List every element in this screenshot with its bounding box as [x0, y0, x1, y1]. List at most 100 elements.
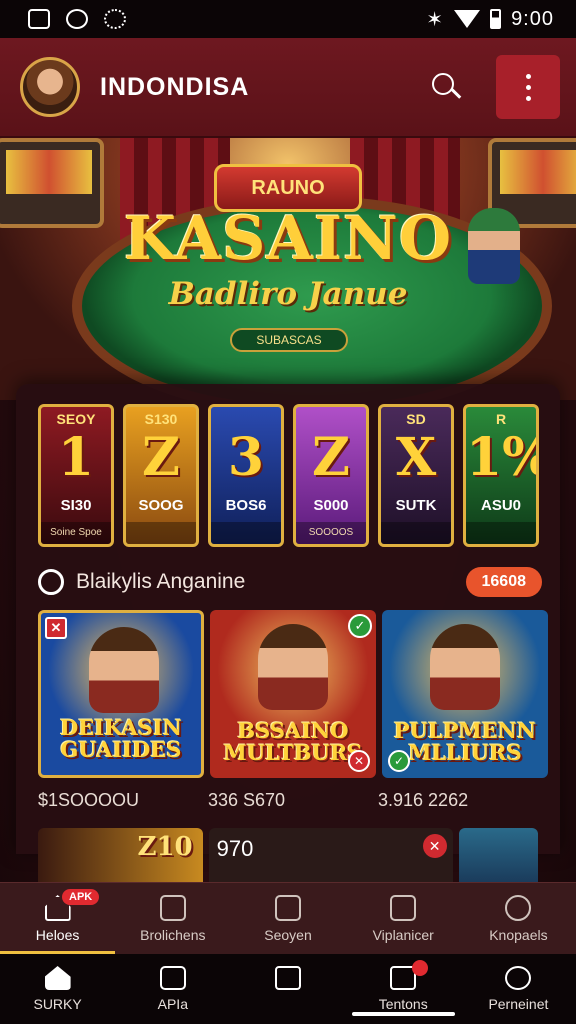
list-icon	[275, 895, 301, 921]
slot-strip: SEOY 1 SI30 Soine Spoe S130 Z SOOG 3 BOS6 Z S000 SO…	[38, 404, 539, 547]
game-card-partial[interactable]: Z10	[38, 828, 203, 884]
tab-seoyen[interactable]: Seoyen	[230, 883, 345, 954]
settings-icon	[104, 9, 126, 29]
system-nav-notify[interactable]: Tentons	[346, 954, 461, 1024]
check-icon[interactable]: ✓	[348, 614, 372, 638]
tab-heloes[interactable]: Heloes APK	[0, 883, 116, 954]
character-portrait	[89, 627, 159, 713]
game-price: 3.916 2262	[378, 790, 469, 810]
system-nav-bar: SURKY APIa Tentons Perneinet	[0, 954, 576, 1024]
game-title: DEIKASIN GUAIIDES	[60, 715, 182, 762]
slot-symbol: 1%	[466, 427, 536, 488]
close-icon[interactable]: ✕	[348, 750, 370, 772]
status-time: 9:00	[511, 7, 554, 30]
home-icon	[44, 966, 71, 990]
section-title: Blaikylis Anganine	[76, 570, 246, 593]
slot-card[interactable]: S130 Z SOOG	[123, 404, 199, 547]
wifi-icon	[454, 10, 481, 28]
game-prices: $1SOOOOU 336 S670 3.916 2262	[38, 790, 548, 811]
tab-viplanicer[interactable]: Viplanicer	[346, 883, 461, 954]
more-menu-button[interactable]	[496, 55, 560, 119]
tab-label: Seoyen	[264, 927, 312, 943]
slot-card[interactable]: SEOY 1 SI30 Soine Spoe	[38, 404, 114, 547]
game-card[interactable]: BSSAINO MULTBURS ✓ ✕	[210, 610, 376, 778]
tab-brolichens[interactable]: Brolichens	[115, 883, 230, 954]
check-icon[interactable]: ✓	[388, 750, 410, 772]
game-card[interactable]: DEIKASIN GUAIIDES ✕	[38, 610, 204, 778]
close-icon[interactable]: ✕	[45, 617, 67, 639]
slot-top-label: R	[495, 411, 507, 427]
game-price: 336 S670	[208, 790, 286, 810]
status-bar: ✶ 9:00	[0, 0, 576, 38]
slot-symbol: Z	[312, 427, 350, 488]
section-header: Blaikylis Anganine 16608	[38, 564, 542, 600]
slot-symbol: Z	[142, 427, 180, 488]
games-panel: SEOY 1 SI30 Soine Spoe S130 Z SOOG 3 BOS6 Z S000 SO…	[16, 384, 560, 854]
slot-label: SOOG	[138, 497, 184, 514]
slot-footer: Soine Spoe	[41, 522, 111, 544]
promo-banner[interactable]: RAUNO KASAINO Badliro Janue SUBASCAS	[0, 138, 576, 400]
slot-card[interactable]: 3 BOS6	[208, 404, 284, 547]
tab-label: Knopaels	[489, 927, 548, 943]
tab-label: Brolichens	[140, 927, 206, 943]
search-icon[interactable]	[428, 67, 468, 107]
nav-label: Tentons	[378, 996, 428, 1012]
tab-knopaels[interactable]: Knopaels	[461, 883, 576, 954]
game-card-partial[interactable]	[458, 828, 538, 884]
game-grid: DEIKASIN GUAIIDES ✕ BSSAINO MULTBURS ✓ ✕ PULP…	[38, 610, 548, 778]
cards-icon	[159, 895, 186, 921]
slot-footer	[126, 522, 196, 544]
slot-symbol: 1	[57, 427, 95, 488]
slot-label: SI30	[60, 497, 92, 514]
next-game-row: Z10 970 ✕	[38, 828, 538, 884]
app-screen: ✶ 9:00 INDONDISA RAUNO KASAINO Badliro J…	[0, 0, 576, 1024]
chat-icon	[159, 966, 186, 990]
battery-icon	[490, 9, 502, 29]
slot-footer	[466, 522, 536, 544]
system-nav-house-outline[interactable]	[230, 954, 345, 1024]
bottom-tab-bar: Heloes APK Brolichens Seoyen Viplanicer Knopa…	[0, 882, 576, 954]
apk-badge: APK	[62, 889, 100, 905]
section-radio[interactable]	[38, 569, 64, 595]
slot-card[interactable]: SD X SUTK	[378, 404, 454, 547]
notification-dot	[411, 960, 428, 976]
slot-card[interactable]: R1% ASU0	[463, 404, 539, 547]
system-nav-chat[interactable]: APIa	[115, 954, 230, 1024]
nav-label: APIa	[157, 996, 188, 1012]
close-icon[interactable]: ✕	[422, 834, 447, 858]
system-nav-search[interactable]: Perneinet	[461, 954, 576, 1024]
slot-top-label: SD	[406, 411, 426, 427]
slot-footer	[381, 522, 451, 544]
slot-top-label: SEOY	[56, 411, 96, 427]
game-card[interactable]: PULPMENN MLLIURS ✓	[382, 610, 548, 778]
game-price: $1SOOOOU	[38, 790, 140, 810]
app-title: INDONDISA	[100, 72, 250, 101]
dealer-figure	[468, 208, 520, 284]
slot-label: ASU0	[480, 497, 521, 514]
slot-label: SUTK	[395, 497, 437, 514]
vip-icon	[390, 895, 417, 921]
slot-card[interactable]: Z S000 SOOOOS	[293, 404, 369, 547]
search-icon	[505, 966, 532, 990]
system-nav-home[interactable]: SURKY	[0, 954, 115, 1024]
house-outline-icon	[275, 966, 301, 990]
slot-symbol: 3	[227, 427, 265, 488]
tab-label: Viplanicer	[372, 927, 434, 943]
count-badge[interactable]: 16608	[465, 567, 542, 597]
slot-label: S000	[313, 497, 349, 514]
tab-label: Heloes	[35, 927, 80, 943]
slot-label: BOS6	[225, 497, 267, 514]
gallery-icon	[28, 9, 50, 29]
character-portrait	[430, 624, 500, 710]
record-icon	[66, 9, 88, 29]
nav-label: SURKY	[33, 996, 82, 1012]
app-header: INDONDISA	[0, 38, 576, 138]
slot-footer: SOOOOS	[296, 522, 366, 544]
bluetooth-icon: ✶	[426, 8, 445, 31]
slot-symbol: X	[395, 427, 437, 488]
user-icon	[505, 895, 532, 921]
avatar[interactable]	[20, 57, 80, 117]
slot-top-label: S130	[144, 411, 178, 427]
slot-footer	[211, 522, 281, 544]
game-card-partial[interactable]: 970 ✕	[208, 828, 453, 884]
